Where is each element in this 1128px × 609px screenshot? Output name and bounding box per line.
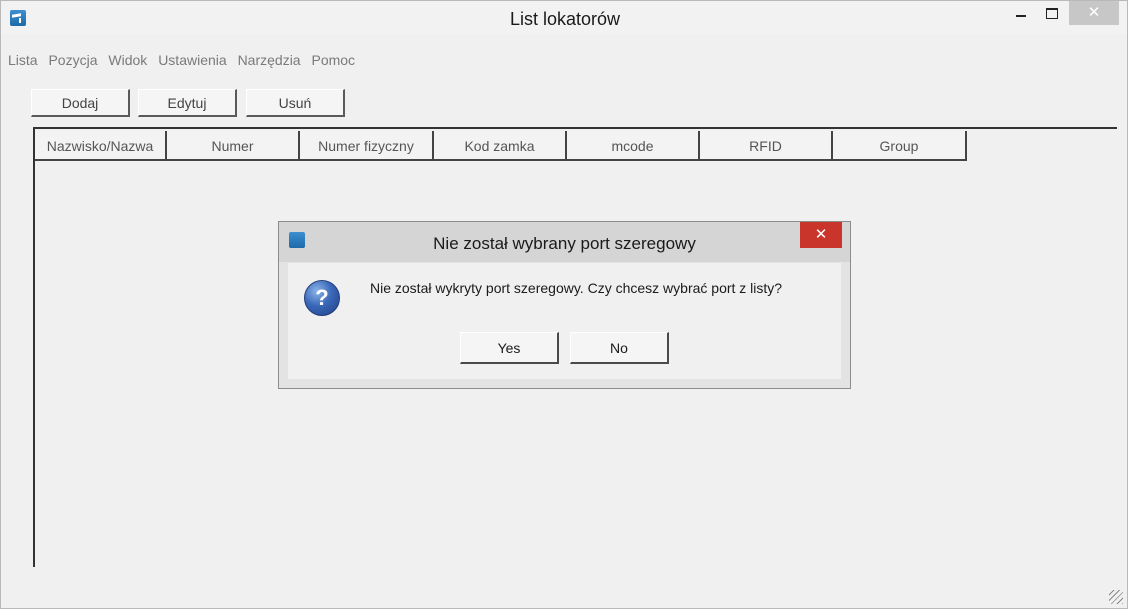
dialog-body: ? Nie został wykryty port szeregowy. Czy…	[288, 263, 841, 379]
column-header-group[interactable]: Group	[833, 131, 967, 161]
no-button[interactable]: No	[570, 332, 669, 364]
column-header-rfid[interactable]: RFID	[700, 131, 833, 161]
minimize-icon	[1016, 15, 1026, 17]
window-title: List lokatorów	[509, 9, 621, 29]
menu-item-ustawienia[interactable]: Ustawienia	[158, 52, 226, 68]
close-button[interactable]: ✕	[1069, 1, 1119, 25]
yes-button[interactable]: Yes	[460, 332, 559, 364]
menu-item-lista[interactable]: Lista	[8, 52, 38, 68]
title-bar[interactable]: List lokatorów ✕	[1, 1, 1127, 34]
serial-port-dialog: Nie został wybrany port szeregowy ✕ ? Ni…	[278, 221, 851, 389]
add-button[interactable]: Dodaj	[31, 89, 130, 117]
menu-bar: Lista Pozycja Widok Ustawienia Narzędzia…	[8, 52, 362, 72]
delete-button[interactable]: Usuń	[246, 89, 345, 117]
close-icon: ✕	[1087, 4, 1101, 21]
column-header-mcode[interactable]: mcode	[567, 131, 700, 161]
column-header-physical-number[interactable]: Numer fizyczny	[300, 131, 434, 161]
dialog-title-bar[interactable]: Nie został wybrany port szeregowy ✕	[279, 222, 850, 262]
dialog-message: Nie został wykryty port szeregowy. Czy c…	[370, 280, 783, 296]
column-header-number[interactable]: Numer	[167, 131, 300, 161]
menu-item-pomoc[interactable]: Pomoc	[311, 52, 355, 68]
menu-item-pozycja[interactable]: Pozycja	[48, 52, 97, 68]
maximize-button[interactable]	[1037, 1, 1067, 25]
close-icon: ✕	[814, 226, 828, 243]
column-header-name[interactable]: Nazwisko/Nazwa	[35, 131, 167, 161]
minimize-button[interactable]	[1007, 1, 1037, 25]
column-header-lock-code[interactable]: Kod zamka	[434, 131, 567, 161]
menu-item-narzedzia[interactable]: Narzędzia	[238, 52, 301, 68]
dialog-close-button[interactable]: ✕	[800, 222, 842, 248]
dialog-title: Nie został wybrany port szeregowy	[433, 234, 696, 253]
question-icon: ?	[304, 280, 340, 316]
maximize-icon	[1046, 8, 1058, 19]
edit-button[interactable]: Edytuj	[138, 89, 237, 117]
resize-grip[interactable]	[1109, 590, 1123, 604]
menu-item-widok[interactable]: Widok	[108, 52, 147, 68]
